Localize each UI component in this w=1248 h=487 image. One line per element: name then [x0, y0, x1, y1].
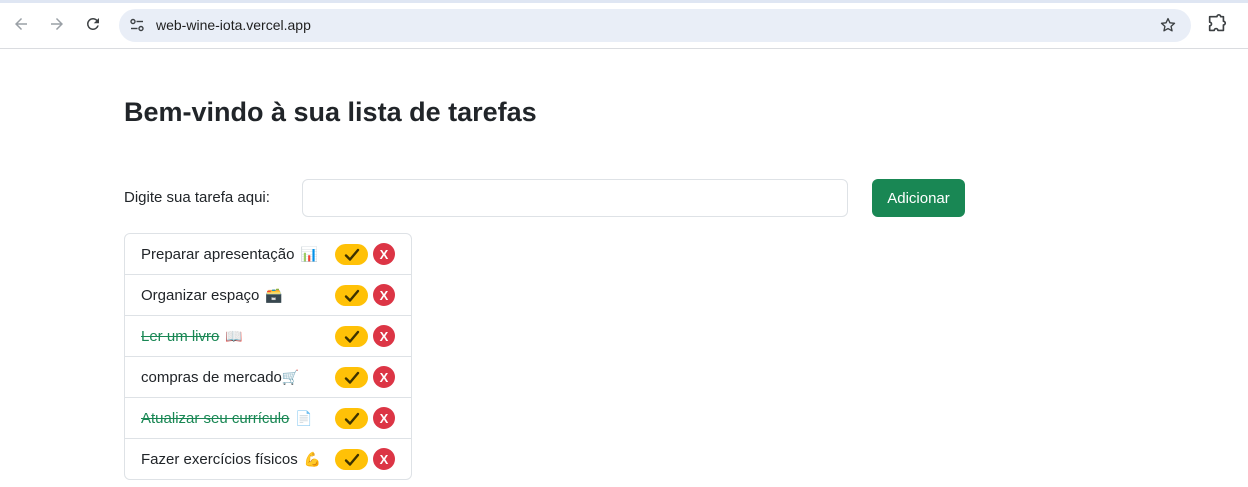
chart-emoji-icon: 📊 — [300, 246, 318, 262]
delete-task-button[interactable]: X — [373, 243, 395, 265]
delete-task-button[interactable]: X — [373, 366, 395, 388]
add-task-button[interactable]: Adicionar — [872, 179, 965, 217]
task-text: compras de mercado🛒 — [141, 369, 299, 386]
shopping-cart-emoji-icon: 🛒 — [281, 369, 300, 385]
task-input-label: Digite sua tarefa aqui: — [124, 189, 270, 206]
url-text[interactable]: web-wine-iota.vercel.app — [156, 17, 311, 33]
extensions-puzzle-icon[interactable] — [1206, 13, 1228, 35]
task-label: compras de mercado — [141, 369, 282, 386]
address-bar[interactable]: web-wine-iota.vercel.app — [119, 9, 1191, 42]
task-text: Fazer exercícios físicos 💪 — [141, 451, 321, 468]
task-text-completed: Ler um livro 📖 — [141, 328, 243, 345]
task-label: Organizar espaço — [141, 287, 260, 304]
task-item: compras de mercado🛒 X — [125, 357, 411, 398]
task-item: Atualizar seu currículo 📄 X — [125, 398, 411, 439]
complete-task-button[interactable] — [335, 244, 368, 265]
task-item: Organizar espaço 🗃️ X — [125, 275, 411, 316]
forward-button[interactable] — [44, 11, 70, 37]
task-label: Fazer exercícios físicos — [141, 451, 298, 468]
checkmark-icon — [344, 412, 359, 425]
delete-task-button[interactable]: X — [373, 325, 395, 347]
task-input[interactable] — [302, 179, 848, 217]
book-emoji-icon: 📖 — [225, 328, 243, 344]
task-label: Atualizar seu currículo — [141, 410, 290, 427]
delete-task-button[interactable]: X — [373, 284, 395, 306]
back-arrow-icon — [15, 18, 27, 30]
page-emoji-icon: 📄 — [295, 410, 313, 426]
task-text: Organizar espaço 🗃️ — [141, 287, 283, 304]
browser-toolbar: web-wine-iota.vercel.app — [0, 0, 1248, 49]
task-text: Preparar apresentação 📊 — [141, 246, 318, 263]
task-item: Preparar apresentação 📊 X — [125, 234, 411, 275]
site-settings-icon[interactable] — [129, 17, 145, 33]
page-title: Bem-vindo à sua lista de tarefas — [124, 97, 537, 127]
delete-task-button[interactable]: X — [373, 448, 395, 470]
task-label: Preparar apresentação — [141, 246, 295, 263]
delete-task-button[interactable]: X — [373, 407, 395, 429]
complete-task-button[interactable] — [335, 449, 368, 470]
reload-button[interactable] — [80, 11, 106, 37]
task-label: Ler um livro — [141, 328, 220, 345]
task-list: Preparar apresentação 📊 X Organizar espaç… — [124, 233, 412, 480]
tab-strip-edge — [0, 0, 1248, 3]
task-text-completed: Atualizar seu currículo 📄 — [141, 410, 313, 427]
task-item: Fazer exercícios físicos 💪 X — [125, 439, 411, 479]
reload-icon — [86, 17, 99, 30]
card-file-box-emoji-icon: 🗃️ — [265, 287, 283, 303]
checkmark-icon — [344, 330, 359, 343]
complete-task-button[interactable] — [335, 285, 368, 306]
checkmark-icon — [344, 289, 359, 302]
flexed-biceps-emoji-icon: 💪 — [303, 451, 322, 467]
forward-arrow-icon — [51, 18, 63, 30]
bookmark-star-icon[interactable] — [1159, 16, 1177, 34]
complete-task-button[interactable] — [335, 367, 368, 388]
complete-task-button[interactable] — [335, 326, 368, 347]
complete-task-button[interactable] — [335, 408, 368, 429]
task-item: Ler um livro 📖 X — [125, 316, 411, 357]
checkmark-icon — [344, 371, 359, 384]
checkmark-icon — [344, 453, 359, 466]
back-button[interactable] — [8, 11, 34, 37]
checkmark-icon — [344, 248, 359, 261]
